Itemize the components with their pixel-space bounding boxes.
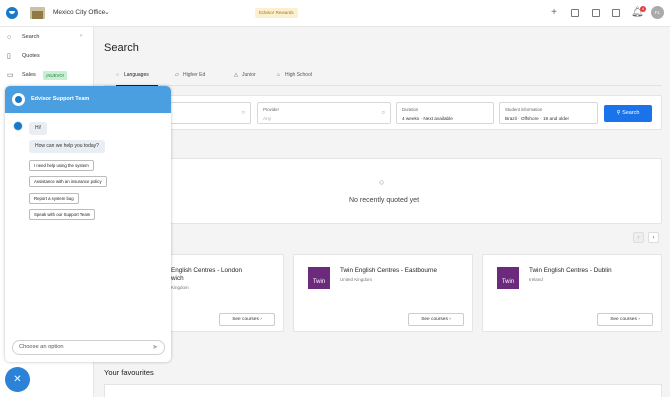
office-image xyxy=(30,7,45,19)
new-badge: ¡NUEVO! xyxy=(43,71,67,80)
clipboard-icon[interactable] xyxy=(612,9,620,17)
chat-title: Edvisor Support Team xyxy=(31,96,90,102)
send-icon[interactable]: ➤ xyxy=(152,343,158,351)
notification-badge: 4 xyxy=(640,6,646,12)
sidebar-item-search[interactable]: ○ Search › xyxy=(0,29,94,47)
graduation-cap-icon: ▱ xyxy=(175,72,179,78)
favourites-title: Your favourites xyxy=(104,368,154,377)
plus-icon[interactable]: + xyxy=(548,7,560,19)
carousel-prev-button[interactable]: ‹ xyxy=(633,232,644,243)
student-info-field[interactable]: Student information Brazil · Offshore · … xyxy=(499,102,598,124)
school-country: Ireland xyxy=(529,277,543,282)
tab-junior[interactable]: △ Junior xyxy=(234,72,256,86)
inbox-icon[interactable] xyxy=(571,9,579,17)
school-logo: Twin xyxy=(497,267,519,289)
inbox-icon: ▭ xyxy=(7,72,14,79)
chat-option-button[interactable]: Speak with our Support Team xyxy=(29,209,96,220)
search-icon: ○ xyxy=(381,110,385,116)
chat-option-button[interactable]: I need help using the system xyxy=(29,160,94,171)
avatar[interactable]: FL xyxy=(651,6,664,19)
chat-bubble-icon: ◌ xyxy=(116,72,119,78)
school-name: English Centres - London xyxy=(171,267,243,274)
school-country: United Kingdom xyxy=(340,277,373,282)
edvisor-logo[interactable] xyxy=(6,7,18,19)
provider-field[interactable]: Provider Any ○ xyxy=(257,102,391,124)
search-icon: ○ xyxy=(379,177,385,187)
school-card[interactable]: Twin Twin English Centres - Dublin Irela… xyxy=(482,254,662,332)
school-name: Twin English Centres - Dublin xyxy=(529,267,612,274)
chat-option-button[interactable]: Report a system bug xyxy=(29,193,79,204)
see-courses-button[interactable]: See courses › xyxy=(408,313,464,326)
edvisor-logo xyxy=(12,93,25,106)
school-name: Twin English Centres - Eastbourne xyxy=(340,267,437,274)
sidebar-item-label: Sales xyxy=(22,72,36,78)
search-icon: ○ xyxy=(241,110,245,116)
rewards-button[interactable]: Edvisor Rewards xyxy=(255,8,298,18)
close-chat-button[interactable]: ✕ xyxy=(5,367,30,392)
tab-languages[interactable]: ◌ Languages xyxy=(116,72,158,86)
search-panel: ○ Provider Any ○ Duration 4 weeks · Next… xyxy=(104,95,662,130)
school-icon: ⌂ xyxy=(277,72,281,78)
sidebar-item-quotes[interactable]: ▯ Quotes xyxy=(0,48,94,66)
tab-higher-ed[interactable]: ▱ Higher Ed xyxy=(175,72,205,86)
school-country: Kingdom xyxy=(171,285,189,290)
empty-state-text: No recently quoted yet xyxy=(348,197,420,204)
see-courses-button[interactable]: See courses › xyxy=(597,313,653,326)
support-chat-widget: Edvisor Support Team Hi! How can we help… xyxy=(5,86,171,362)
tab-high-school[interactable]: ⌂ High School xyxy=(277,72,312,86)
document-icon: ▯ xyxy=(7,53,11,60)
carousel-next-button[interactable]: › xyxy=(648,232,659,243)
close-icon: ✕ xyxy=(13,374,22,385)
search-button[interactable]: ⚲ Search xyxy=(604,105,652,122)
school-card[interactable]: Twin Twin English Centres - Eastbourne U… xyxy=(293,254,473,332)
chat-option-button[interactable]: Assistance with an insurance policy xyxy=(29,176,107,187)
sidebar-item-label: Quotes xyxy=(22,53,40,59)
see-courses-button[interactable]: See courses › xyxy=(219,313,275,326)
tab-bar: ◌ Languages ▱ Higher Ed △ Junior ⌂ High Scho… xyxy=(104,72,662,86)
office-name[interactable]: Mexico City Office xyxy=(53,9,105,16)
favourites-card xyxy=(104,384,662,397)
chat-message: Hi! xyxy=(29,122,48,135)
search-icon: ○ xyxy=(7,34,12,41)
top-bar: Mexico City Office ⌄ Edvisor Rewards + 🔔… xyxy=(0,0,670,27)
calendar-icon[interactable] xyxy=(592,9,600,17)
chat-input[interactable]: Choose an option ➤ xyxy=(12,340,165,355)
page-title: Search xyxy=(104,42,139,54)
tent-icon: △ xyxy=(234,72,238,78)
chevron-down-icon[interactable]: ⌄ xyxy=(104,8,110,16)
school-logo: Twin xyxy=(308,267,330,289)
chat-message: How can we help you today? xyxy=(29,140,105,153)
sidebar-item-label: Search xyxy=(22,34,40,40)
sidebar-item-sales[interactable]: ▭ Sales ¡NUEVO! xyxy=(0,67,94,85)
chevron-right-icon: › xyxy=(80,33,82,39)
bot-avatar xyxy=(13,121,23,131)
chat-header: Edvisor Support Team xyxy=(5,86,171,113)
duration-field[interactable]: Duration 4 weeks · Next available xyxy=(396,102,494,124)
recent-quotes-card: ○ No recently quoted yet xyxy=(104,158,662,224)
